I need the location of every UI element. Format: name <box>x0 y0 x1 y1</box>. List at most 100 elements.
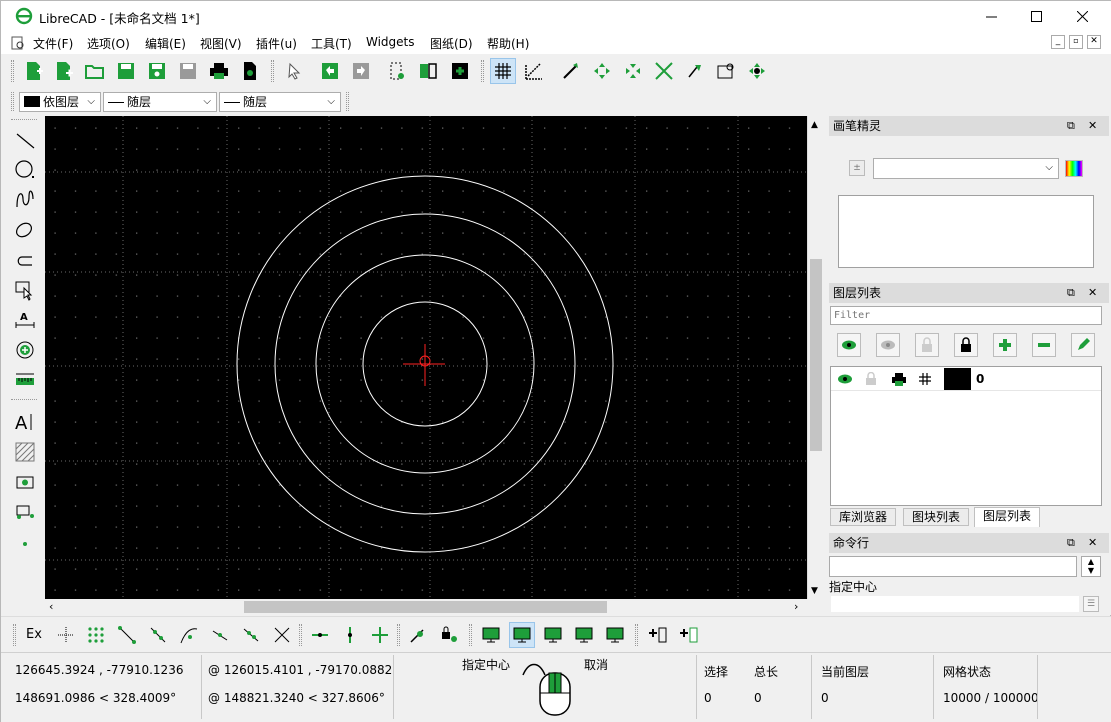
pen-favorite-button[interactable]: ± <box>849 160 865 176</box>
view-mode-1-button[interactable] <box>478 622 504 648</box>
vertical-scroll-thumb[interactable] <box>810 259 822 451</box>
ellipse-tool-button[interactable] <box>12 217 38 243</box>
view-mode-4-button[interactable] <box>571 622 597 648</box>
view-mode-2-button[interactable] <box>509 622 535 648</box>
close-icon[interactable]: ✕ <box>1088 533 1097 553</box>
line-width-select[interactable]: 随层 ⌵ <box>219 92 341 112</box>
scroll-up-arrow-icon[interactable]: ▲ <box>811 120 818 130</box>
lock-relative-zero-button[interactable] <box>436 622 462 648</box>
zoom-previous-button[interactable] <box>682 58 708 84</box>
zoom-auto-button[interactable] <box>651 58 677 84</box>
print-button[interactable] <box>206 58 232 84</box>
snap-grid-button[interactable] <box>83 622 109 648</box>
modify-tool-button[interactable] <box>12 337 38 363</box>
minimize-button[interactable] <box>968 1 1014 31</box>
add-layer-button[interactable] <box>993 333 1017 357</box>
restrict-horizontal-button[interactable] <box>307 622 333 648</box>
line-tool-button[interactable] <box>12 127 38 153</box>
maximize-button[interactable] <box>1013 1 1059 31</box>
vertical-scrollbar[interactable]: ▲ ▼ <box>807 116 823 599</box>
hide-all-layers-button[interactable] <box>876 333 900 357</box>
snap-center-button[interactable] <box>176 622 202 648</box>
command-history-spin-icon[interactable]: ▲ ▼ <box>1081 556 1101 577</box>
grid-toggle-button[interactable] <box>490 58 516 84</box>
snap-endpoint-button[interactable] <box>114 622 140 648</box>
command-history[interactable] <box>829 556 1077 577</box>
add-block-button[interactable] <box>645 622 671 648</box>
command-menu-icon[interactable]: ☰ <box>1083 596 1099 612</box>
menu-file[interactable]: 文件(F) <box>33 35 73 52</box>
tab-library-browser[interactable]: 库浏览器 <box>830 508 897 526</box>
zoom-in-button[interactable] <box>589 58 615 84</box>
snap-on-entity-button[interactable] <box>145 622 171 648</box>
hatch-tool-button[interactable] <box>12 439 38 465</box>
float-icon[interactable]: ⧉ <box>1067 533 1075 553</box>
point-tool-button[interactable] <box>12 529 38 555</box>
save-all-button[interactable] <box>175 58 201 84</box>
relative-zero-button[interactable] <box>405 622 431 648</box>
undo-button[interactable] <box>317 58 343 84</box>
redraw-button[interactable] <box>558 58 584 84</box>
zoom-out-button[interactable] <box>620 58 646 84</box>
paste-button[interactable] <box>447 58 473 84</box>
select-tool-button[interactable] <box>12 277 38 303</box>
line-type-select[interactable]: 随层 ⌵ <box>103 92 217 112</box>
copy-button[interactable] <box>415 58 441 84</box>
view-mode-3-button[interactable] <box>540 622 566 648</box>
scroll-right-arrow-icon[interactable]: › <box>794 600 798 613</box>
layer-row[interactable]: 0 <box>831 367 1101 391</box>
scroll-down-arrow-icon[interactable]: ▼ <box>811 586 818 596</box>
menu-edit[interactable]: 编辑(E) <box>145 35 186 52</box>
save-button[interactable] <box>113 58 139 84</box>
restrict-orthogonal-button[interactable] <box>367 622 393 648</box>
mdi-restore-button[interactable]: ▫ <box>1069 35 1083 49</box>
select-pointer-button[interactable] <box>281 58 307 84</box>
tab-block-list[interactable]: 图块列表 <box>903 508 970 526</box>
drawing-svg[interactable] <box>45 116 807 599</box>
image-tool-button[interactable] <box>12 469 38 495</box>
print-preview-button[interactable] <box>237 58 263 84</box>
snap-middle-button[interactable] <box>207 622 233 648</box>
redo-button[interactable] <box>348 58 374 84</box>
command-input[interactable] <box>831 596 1079 612</box>
unlock-all-layers-button[interactable] <box>915 333 939 357</box>
show-all-layers-button[interactable] <box>837 333 861 357</box>
layer-visible-eye-icon[interactable] <box>837 372 853 386</box>
curve-tool-button[interactable] <box>12 187 38 213</box>
snap-exclusive-toggle[interactable]: Ex <box>26 627 42 642</box>
layer-color-swatch[interactable] <box>944 368 971 390</box>
menu-help[interactable]: 帮助(H) <box>487 35 529 52</box>
menu-view[interactable]: 视图(V) <box>200 35 242 52</box>
snap-free-button[interactable] <box>53 622 79 648</box>
remove-layer-button[interactable] <box>1032 333 1056 357</box>
tab-layer-list[interactable]: 图层列表 <box>974 507 1041 527</box>
measure-tool-button[interactable] <box>12 367 38 393</box>
zoom-pan-button[interactable] <box>744 58 770 84</box>
snap-intersection-button[interactable] <box>269 622 295 648</box>
menu-plugins[interactable]: 插件(u) <box>256 35 297 52</box>
close-icon[interactable]: ✕ <box>1088 116 1097 136</box>
float-icon[interactable]: ⧉ <box>1067 283 1075 303</box>
zoom-window-button[interactable] <box>713 58 739 84</box>
menu-widgets[interactable]: Widgets <box>366 35 415 49</box>
scroll-left-arrow-icon[interactable]: ‹ <box>49 600 53 613</box>
polyline-tool-button[interactable] <box>12 247 38 273</box>
color-select[interactable]: 依图层 ⌵ <box>19 92 101 112</box>
layer-construction-icon[interactable] <box>918 372 932 386</box>
snap-distance-button[interactable] <box>238 622 264 648</box>
menu-options[interactable]: 选项(O) <box>87 35 130 52</box>
view-mode-5-button[interactable] <box>602 622 628 648</box>
restrict-vertical-button[interactable] <box>337 622 363 648</box>
new-button[interactable] <box>21 58 47 84</box>
horizontal-scroll-thumb[interactable] <box>244 601 607 613</box>
menu-tools[interactable]: 工具(T) <box>311 35 352 52</box>
pen-palette-select[interactable]: ⌵ <box>873 158 1059 179</box>
mdi-close-button[interactable]: ✕ <box>1087 35 1101 49</box>
color-picker-icon[interactable] <box>1065 160 1083 177</box>
new-template-button[interactable] <box>51 58 77 84</box>
menu-drawings[interactable]: 图纸(D) <box>430 35 473 52</box>
layer-print-icon[interactable] <box>891 372 907 386</box>
dimension-tool-button[interactable]: A <box>12 307 38 333</box>
document-icon[interactable] <box>11 36 25 50</box>
horizontal-scrollbar[interactable]: ‹ › <box>45 599 807 615</box>
